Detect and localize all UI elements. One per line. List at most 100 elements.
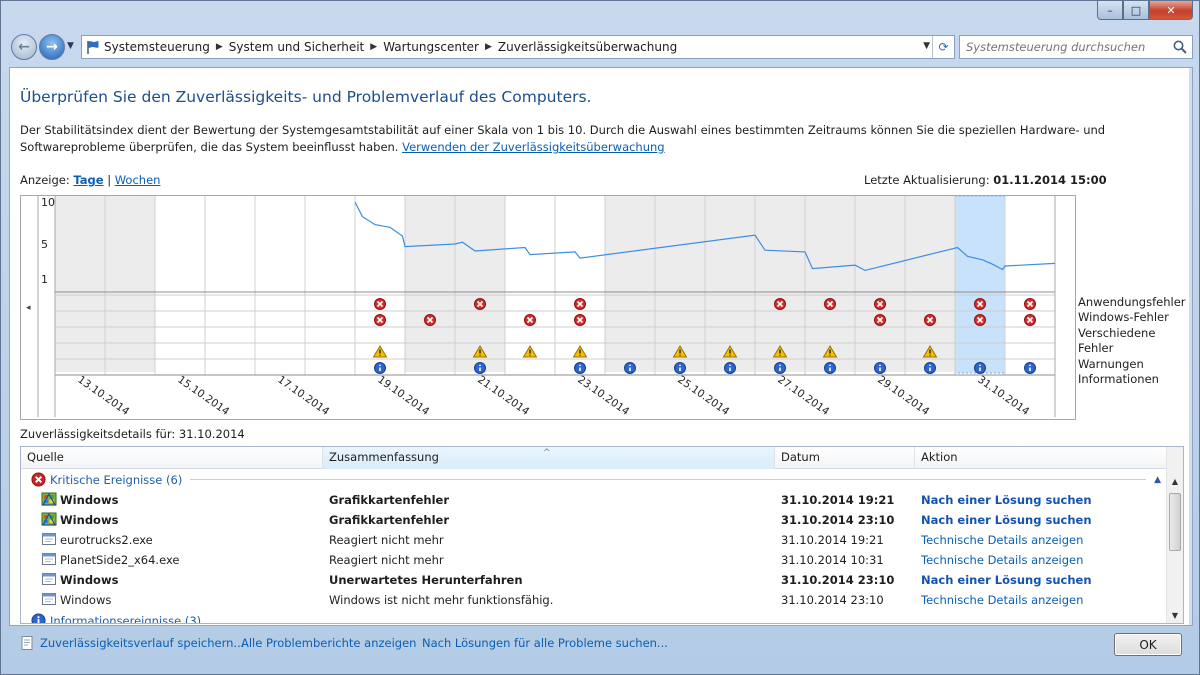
group-info-label: Informationsereignisse (3) bbox=[50, 613, 202, 624]
help-link[interactable]: Verwenden der Zuverlässigkeitsüberwachun… bbox=[402, 140, 664, 154]
action-link[interactable]: Nach einer Lösung suchen bbox=[915, 573, 1092, 587]
scroll-left-icon[interactable]: ◂ bbox=[26, 303, 31, 313]
table-scrollbar[interactable]: ▲ ▼ bbox=[1166, 447, 1183, 623]
y-tick-label: 5 bbox=[41, 238, 48, 251]
group-critical-label: Kritische Ereignisse (6) bbox=[50, 472, 183, 487]
source-text: PlanetSide2_x64.exe bbox=[60, 553, 180, 567]
application-window-icon bbox=[41, 571, 57, 590]
source-cell: Windows bbox=[21, 491, 323, 510]
shaded-event-cells bbox=[605, 292, 655, 372]
windows-logo-icon bbox=[41, 491, 57, 510]
search-box bbox=[959, 35, 1193, 59]
footer-bar: Zuverlässigkeitsverlauf speichern... All… bbox=[9, 626, 1193, 670]
shaded-day-column bbox=[755, 196, 805, 292]
source-text: Windows bbox=[60, 593, 112, 607]
collapse-chevron-icon[interactable]: ▲ bbox=[1154, 475, 1161, 485]
summary-cell: Grafikkartenfehler bbox=[329, 493, 450, 507]
navigation-bar: ← → ▼ Systemsteuerung ▶ System und Sicherh… bbox=[9, 33, 1193, 61]
shaded-day-column bbox=[905, 196, 955, 292]
all-reports-link[interactable]: Alle Problemberichte anzeigen bbox=[241, 636, 416, 650]
scroll-up-icon[interactable]: ▲ bbox=[1167, 477, 1183, 486]
date-tick-label: 15.10.2014 bbox=[175, 374, 231, 418]
event-row-label: Verschiedene Fehler bbox=[1078, 325, 1156, 356]
date-tick-label: 25.10.2014 bbox=[675, 374, 731, 418]
critical-error-icon bbox=[31, 472, 46, 487]
date-cell: 31.10.2014 10:31 bbox=[781, 553, 884, 567]
search-input[interactable] bbox=[960, 36, 1165, 58]
close-button[interactable]: ✕ bbox=[1149, 1, 1193, 20]
breadcrumb-separator-icon[interactable]: ▶ bbox=[370, 42, 377, 52]
shaded-day-column bbox=[655, 196, 705, 292]
address-bar[interactable]: Systemsteuerung ▶ System und Sicherheit ▶ Wa… bbox=[81, 35, 955, 59]
scroll-down-icon[interactable]: ▼ bbox=[1167, 611, 1183, 620]
maximize-button[interactable]: □ bbox=[1123, 1, 1149, 20]
shaded-day-column bbox=[605, 196, 655, 292]
breadcrumb-item[interactable]: Zuverlässigkeitsüberwachung bbox=[498, 40, 677, 54]
info-icon bbox=[31, 613, 46, 623]
action-link[interactable]: Technische Details anzeigen bbox=[915, 533, 1083, 547]
table-rows: Windows Grafikkartenfehler 31.10.2014 19:2… bbox=[21, 490, 1183, 610]
view-weeks-link[interactable]: Wochen bbox=[115, 173, 161, 187]
arrow-left-icon: ← bbox=[18, 39, 30, 55]
refresh-button[interactable]: ⟳ bbox=[932, 36, 954, 58]
window-frame: – □ ✕ ← → ▼ Systemsteuerung ▶ System und S… bbox=[0, 0, 1200, 675]
source-text: Windows bbox=[60, 513, 119, 527]
search-icon[interactable] bbox=[1172, 39, 1188, 55]
table-row[interactable]: Windows Grafikkartenfehler 31.10.2014 19:2… bbox=[21, 490, 1183, 510]
action-link[interactable]: Nach einer Lösung suchen bbox=[915, 493, 1092, 507]
table-row[interactable]: Windows Grafikkartenfehler 31.10.2014 23:1… bbox=[21, 510, 1183, 530]
save-document-icon bbox=[21, 636, 33, 650]
shaded-day-column bbox=[105, 196, 155, 292]
event-row-label: Windows-Fehler bbox=[1078, 310, 1169, 325]
column-header-date[interactable]: Datum bbox=[775, 447, 915, 469]
group-info-events[interactable]: Informationsereignisse (3) bbox=[21, 610, 1183, 624]
minimize-button[interactable]: – bbox=[1097, 1, 1123, 20]
action-link[interactable]: Nach einer Lösung suchen bbox=[915, 513, 1092, 527]
forward-button[interactable]: → bbox=[39, 34, 65, 60]
table-header: Quelle Zusammenfassung ^ Datum Aktion bbox=[21, 447, 1183, 469]
table-row[interactable]: Windows Unerwartetes Herunterfahren 31.10.… bbox=[21, 570, 1183, 590]
details-label: Zuverlässigkeitsdetails für: 31.10.2014 bbox=[20, 427, 245, 441]
view-label: Anzeige: bbox=[20, 173, 70, 187]
column-header-action[interactable]: Aktion bbox=[915, 447, 1145, 469]
shaded-event-cells bbox=[655, 292, 705, 372]
view-days-link[interactable]: Tage bbox=[73, 173, 103, 187]
intro-text: Der Stabilitätsindex dient der Bewertung… bbox=[20, 122, 1185, 156]
breadcrumb-separator-icon[interactable]: ▶ bbox=[216, 42, 223, 52]
table-row[interactable]: eurotrucks2.exe Reagiert nicht mehr 31.10.… bbox=[21, 530, 1183, 550]
control-panel-flag-icon bbox=[82, 39, 104, 55]
shaded-day-column bbox=[705, 196, 755, 292]
selected-day-column[interactable] bbox=[954, 195, 1006, 374]
group-critical-events[interactable]: Kritische Ereignisse (6) ▲ bbox=[21, 469, 1183, 490]
address-dropdown-icon[interactable]: ▼ bbox=[923, 41, 930, 51]
find-solutions-link[interactable]: Nach Lösungen für alle Probleme suchen..… bbox=[422, 636, 668, 650]
back-button[interactable]: ← bbox=[11, 34, 37, 60]
summary-cell: Grafikkartenfehler bbox=[329, 513, 450, 527]
chart-event-legend: Anwendungsfehler Windows-Fehler Verschiede… bbox=[1078, 295, 1192, 387]
reliability-chart[interactable]: 10 5 1 ◂ 13.10.2014 15.10.2014 17.10.2014 19.10… bbox=[20, 195, 1076, 420]
recent-pages-dropdown[interactable]: ▼ bbox=[67, 41, 74, 51]
source-cell: PlanetSide2_x64.exe bbox=[21, 551, 323, 570]
ok-button[interactable]: OK bbox=[1114, 633, 1182, 656]
breadcrumb-item[interactable]: Systemsteuerung bbox=[104, 40, 210, 54]
save-history-link[interactable]: Zuverlässigkeitsverlauf speichern... bbox=[40, 636, 244, 650]
event-row-label: Warnungen bbox=[1078, 356, 1144, 371]
source-text: Windows bbox=[60, 573, 119, 587]
column-header-summary[interactable]: Zusammenfassung ^ bbox=[323, 447, 775, 469]
application-window-icon bbox=[41, 531, 57, 550]
table-row[interactable]: PlanetSide2_x64.exe Reagiert nicht mehr 31… bbox=[21, 550, 1183, 570]
breadcrumb-item[interactable]: Wartungscenter bbox=[383, 40, 479, 54]
action-link[interactable]: Technische Details anzeigen bbox=[915, 553, 1083, 567]
shaded-day-column bbox=[855, 196, 905, 292]
summary-cell: Reagiert nicht mehr bbox=[329, 533, 444, 547]
y-tick-label: 10 bbox=[41, 196, 55, 209]
scrollbar-thumb[interactable] bbox=[1169, 493, 1181, 551]
summary-header-label: Zusammenfassung bbox=[329, 450, 439, 464]
breadcrumb-item[interactable]: System und Sicherheit bbox=[229, 40, 365, 54]
action-link[interactable]: Technische Details anzeigen bbox=[915, 593, 1083, 607]
column-header-source[interactable]: Quelle bbox=[21, 447, 323, 469]
breadcrumb-separator-icon[interactable]: ▶ bbox=[485, 42, 492, 52]
view-selector: Anzeige: Tage | Wochen bbox=[20, 173, 160, 187]
source-text: Windows bbox=[60, 493, 119, 507]
table-row[interactable]: Windows Windows ist nicht mehr funktionsf… bbox=[21, 590, 1183, 610]
